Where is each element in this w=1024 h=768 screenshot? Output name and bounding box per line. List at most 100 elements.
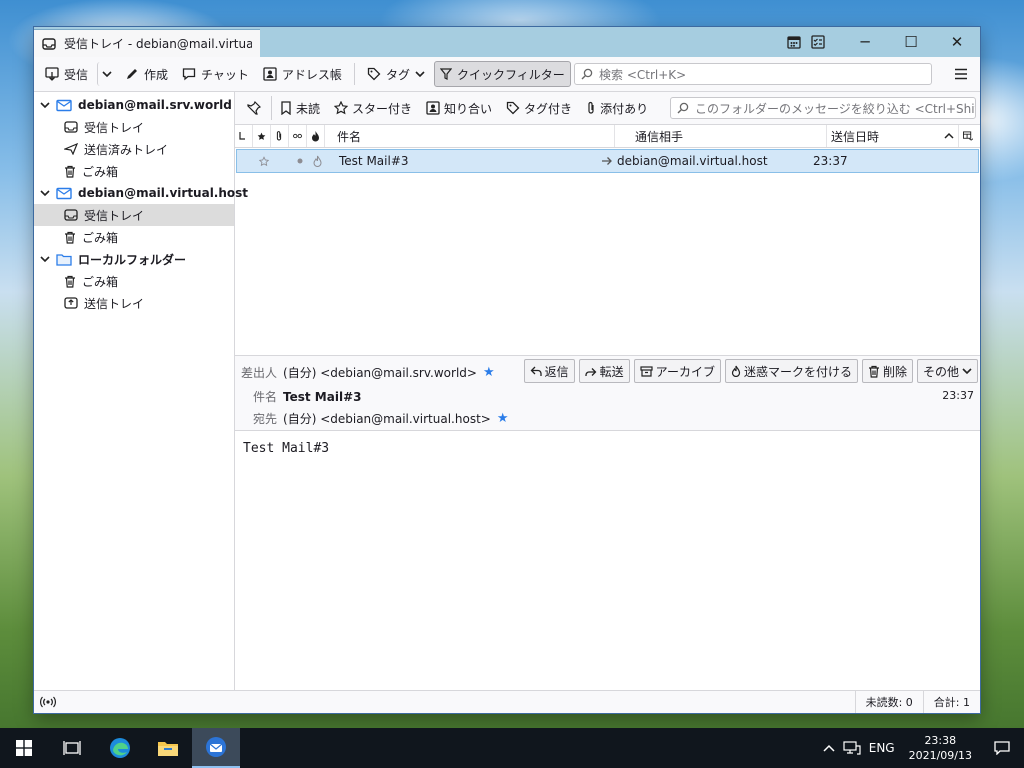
folder-pane: debian@mail.srv.world 受信トレイ 送信済みトレイ ごみ箱 … [34, 92, 248, 691]
table-row[interactable]: Test Mail#3 debian@mail.virtual.host 23:… [236, 149, 979, 173]
tab-title: 受信トレイ - debian@mail.virtual [64, 37, 252, 51]
task-view-icon [63, 740, 81, 756]
file-explorer-button[interactable] [144, 728, 192, 768]
thread-column-icon[interactable] [235, 125, 253, 147]
thunderbird-taskbar-button[interactable] [192, 728, 240, 768]
paperclip-icon [586, 101, 596, 115]
total-count: 合計: 1 [922, 691, 980, 713]
read-dot-icon[interactable] [291, 151, 309, 171]
chevron-down-icon[interactable] [40, 189, 50, 197]
folder-icon [157, 739, 179, 757]
filter-unread-button[interactable]: 未読 [274, 96, 326, 120]
sort-ascending-icon [944, 132, 954, 140]
chevron-down-icon [415, 70, 425, 78]
inbox-icon [64, 121, 78, 133]
search-icon [581, 68, 593, 80]
junk-button[interactable]: 迷惑マークを付ける [724, 359, 858, 383]
forward-icon [585, 366, 597, 377]
star-icon[interactable]: ★ [497, 411, 509, 426]
read-status-column-icon[interactable] [289, 125, 307, 147]
notification-icon[interactable] [986, 741, 1018, 755]
date-column-header[interactable]: 送信日時 [827, 125, 959, 147]
chat-button[interactable]: チャット [177, 62, 254, 86]
main-toolbar: 受信 作成 チャット アドレス帳 タグ クイックフィルター 検索 <Ctrl+K… [34, 57, 980, 92]
clock[interactable]: 23:38 2021/09/13 [903, 733, 978, 763]
account-virtual-host[interactable]: debian@mail.virtual.host [34, 182, 248, 204]
hamburger-icon [954, 68, 968, 80]
other-actions-button[interactable]: その他 [916, 359, 978, 383]
input-language[interactable]: ENG [869, 741, 895, 755]
folder-item-inbox-selected[interactable]: 受信トレイ [34, 204, 234, 226]
maximize-button[interactable]: ☐ [888, 27, 934, 57]
folder-item-inbox[interactable]: 受信トレイ [34, 116, 234, 138]
filter-attachment-button[interactable]: 添付あり [580, 96, 654, 120]
contact-card-icon [263, 67, 277, 81]
trash-icon [64, 165, 76, 178]
star-toggle-icon[interactable] [255, 151, 273, 171]
filter-tagged-button[interactable]: タグ付き [500, 96, 578, 120]
account-mail-icon [56, 187, 72, 200]
message-body: Test Mail#3 [243, 441, 330, 456]
address-book-button[interactable]: アドレス帳 [258, 62, 347, 86]
junk-column-icon[interactable] [307, 125, 325, 147]
filter-starred-button[interactable]: スター付き [328, 96, 418, 120]
folder-item-sent[interactable]: 送信済みトレイ [34, 138, 234, 160]
subject-column-header[interactable]: 件名 [325, 125, 615, 147]
online-status-icon[interactable] [34, 696, 56, 708]
thread-column-header: 件名 通信相手 送信日時 [235, 125, 980, 148]
message-correspondent: debian@mail.virtual.host [597, 151, 809, 171]
account-srv-world[interactable]: debian@mail.srv.world [34, 94, 234, 116]
junk-flame-icon[interactable] [309, 151, 327, 171]
chevron-down-icon [962, 367, 972, 375]
folder-item-trash[interactable]: ごみ箱 [34, 226, 234, 248]
app-menu-button[interactable] [950, 63, 972, 85]
write-button[interactable]: 作成 [120, 62, 173, 86]
filter-contacts-button[interactable]: 知り合い [420, 96, 498, 120]
chevron-down-icon[interactable] [40, 101, 50, 109]
send-icon [64, 143, 78, 155]
from-address[interactable]: (自分) <debian@mail.srv.world> [283, 364, 477, 381]
start-button[interactable] [0, 728, 48, 768]
delete-button[interactable]: 削除 [861, 359, 913, 383]
sticky-filter-button[interactable] [241, 96, 272, 120]
attachment-column-icon[interactable] [271, 125, 289, 147]
network-icon[interactable] [843, 741, 861, 755]
forward-button[interactable]: 転送 [578, 359, 630, 383]
folder-item-outbox[interactable]: 送信トレイ [34, 292, 234, 314]
task-view-button[interactable] [48, 728, 96, 768]
contact-card-icon [426, 101, 440, 115]
quick-filter-bar: 未読 スター付き 知り合い タグ付き 添付あり このフォルダーのメッセージを絞り… [235, 92, 980, 125]
minimize-button[interactable]: ─ [842, 27, 888, 57]
star-icon[interactable]: ★ [483, 365, 495, 380]
account-local-folders[interactable]: ローカルフォルダー [34, 248, 234, 270]
correspondent-column-header[interactable]: 通信相手 [615, 125, 827, 147]
close-button[interactable]: ✕ [934, 27, 980, 57]
quick-filter-button[interactable]: クイックフィルター [433, 61, 571, 87]
toolbar-separator [353, 63, 355, 85]
chat-icon [182, 67, 196, 81]
folder-icon [56, 253, 72, 266]
trash-icon [64, 231, 76, 244]
calendar-icon[interactable] [782, 27, 806, 57]
get-messages-dropdown[interactable] [97, 62, 116, 86]
folder-filter-input[interactable]: このフォルダーのメッセージを絞り込む <Ctrl+Shift+K> [670, 97, 976, 119]
chevron-up-icon[interactable] [823, 744, 835, 752]
chevron-down-icon[interactable] [40, 255, 50, 263]
column-picker-icon[interactable] [959, 125, 977, 147]
reply-button[interactable]: 返信 [523, 359, 575, 383]
tag-button[interactable]: タグ [362, 62, 430, 86]
get-messages-button[interactable]: 受信 [40, 62, 93, 86]
tasks-icon[interactable] [806, 27, 830, 57]
title-bar[interactable]: 受信トレイ - debian@mail.virtual ─ ☐ ✕ [34, 27, 980, 57]
tab-inbox[interactable]: 受信トレイ - debian@mail.virtual [34, 29, 260, 57]
global-search-input[interactable]: 検索 <Ctrl+K> [574, 63, 932, 85]
to-address[interactable]: (自分) <debian@mail.virtual.host> [283, 410, 491, 427]
edge-browser-button[interactable] [96, 728, 144, 768]
archive-button[interactable]: アーカイブ [633, 359, 721, 383]
star-icon [334, 101, 349, 115]
account-mail-icon [56, 99, 72, 112]
folder-item-trash[interactable]: ごみ箱 [34, 270, 234, 292]
star-column-icon[interactable] [253, 125, 271, 147]
folder-item-trash[interactable]: ごみ箱 [34, 160, 234, 182]
edge-icon [109, 737, 131, 759]
